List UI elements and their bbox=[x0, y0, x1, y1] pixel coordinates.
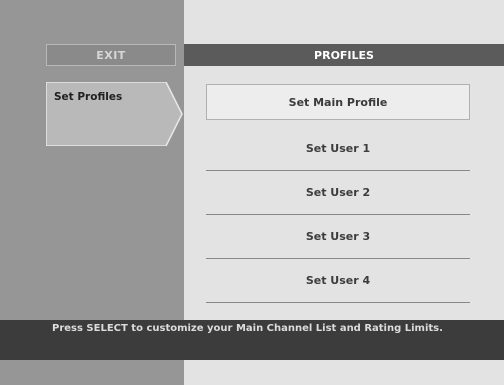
exit-button[interactable]: EXIT bbox=[46, 44, 176, 66]
page-title: PROFILES bbox=[184, 44, 504, 66]
menu-item-set-user-3[interactable]: Set User 3 bbox=[206, 218, 470, 254]
menu-divider bbox=[206, 170, 470, 171]
menu-divider bbox=[206, 258, 470, 259]
help-text: Press SELECT to customize your Main Chan… bbox=[52, 323, 443, 334]
nav-item-label: Set Profiles bbox=[54, 91, 123, 103]
menu-divider bbox=[206, 302, 470, 303]
menu-divider bbox=[206, 214, 470, 215]
menu-item-set-main-profile[interactable]: Set Main Profile bbox=[206, 84, 470, 120]
menu-item-set-user-2[interactable]: Set User 2 bbox=[206, 174, 470, 210]
nav-item-set-profiles[interactable]: Set Profiles bbox=[46, 82, 184, 146]
menu-item-set-user-4[interactable]: Set User 4 bbox=[206, 262, 470, 298]
menu-item-set-user-1[interactable]: Set User 1 bbox=[206, 130, 470, 166]
